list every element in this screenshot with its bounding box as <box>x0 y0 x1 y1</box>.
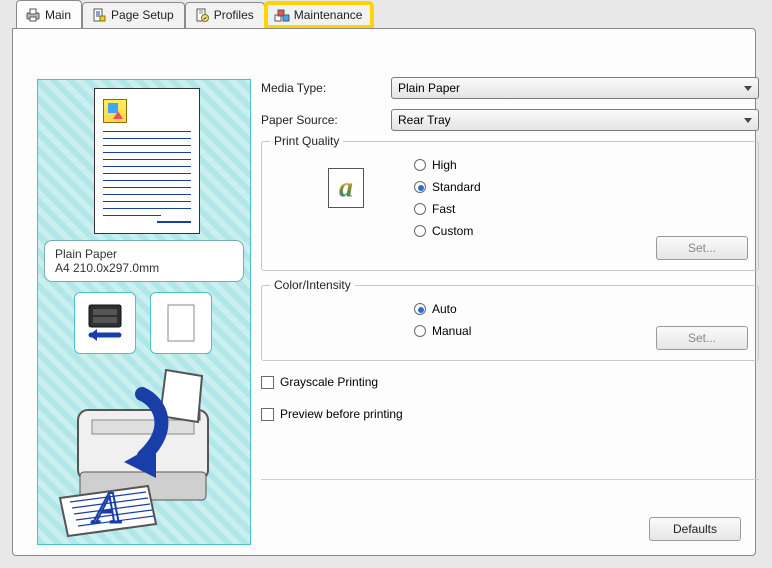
page-setup-icon <box>91 7 107 23</box>
radio-icon <box>414 225 426 237</box>
paper-info-box: Plain Paper A4 210.0x297.0mm <box>44 240 244 282</box>
color-intensity-legend: Color/Intensity <box>270 278 355 292</box>
quality-fast-radio[interactable]: Fast <box>414 202 746 216</box>
checkbox-icon <box>261 376 274 389</box>
print-quality-group: Print Quality a High Standard Fast <box>261 141 759 271</box>
chevron-down-icon <box>744 86 752 91</box>
maintenance-icon <box>274 7 290 23</box>
thumbnail-signature <box>157 221 191 225</box>
thumbnail-lines <box>103 131 191 222</box>
tab-label: Main <box>45 8 71 22</box>
tray-sheet-button[interactable] <box>150 292 212 354</box>
printer-icon <box>25 7 41 23</box>
tab-profiles[interactable]: Profiles <box>185 2 265 28</box>
tab-page-setup[interactable]: Page Setup <box>82 2 185 28</box>
tab-maintenance[interactable]: Maintenance <box>265 2 374 28</box>
tray-rear-button[interactable] <box>74 292 136 354</box>
printer-illustration: A <box>48 366 244 542</box>
preview-checkbox[interactable]: Preview before printing <box>261 407 759 421</box>
radio-label: High <box>432 158 457 172</box>
checkbox-icon <box>261 408 274 421</box>
button-label: Defaults <box>673 522 717 536</box>
tab-label: Profiles <box>214 8 254 22</box>
tab-label: Maintenance <box>294 8 363 22</box>
profiles-icon <box>194 7 210 23</box>
checkbox-label: Preview before printing <box>280 407 403 421</box>
button-label: Set... <box>688 241 716 255</box>
document-thumbnail <box>94 88 200 234</box>
paper-source-dropdown[interactable]: Rear Tray <box>391 109 759 131</box>
tabstrip: Main Page Setup <box>16 0 760 28</box>
quality-standard-radio[interactable]: Standard <box>414 180 746 194</box>
quality-high-radio[interactable]: High <box>414 158 746 172</box>
paper-source-value: Rear Tray <box>398 113 451 127</box>
radio-label: Auto <box>432 302 457 316</box>
divider <box>261 479 759 480</box>
preview-area: Plain Paper A4 210.0x297.0mm <box>37 79 251 545</box>
chevron-down-icon <box>744 118 752 123</box>
button-label: Set... <box>688 331 716 345</box>
color-auto-radio[interactable]: Auto <box>414 302 746 316</box>
color-set-button[interactable]: Set... <box>656 326 748 350</box>
radio-label: Standard <box>432 180 481 194</box>
radio-icon <box>414 303 426 315</box>
radio-icon <box>414 203 426 215</box>
defaults-button[interactable]: Defaults <box>649 517 741 541</box>
main-panel: Plain Paper A4 210.0x297.0mm <box>12 28 756 556</box>
paper-info-media: Plain Paper <box>55 247 233 261</box>
grayscale-checkbox[interactable]: Grayscale Printing <box>261 375 759 389</box>
radio-icon <box>414 159 426 171</box>
quality-sample-icon: a <box>328 168 364 208</box>
radio-label: Fast <box>432 202 455 216</box>
print-quality-legend: Print Quality <box>270 134 343 148</box>
paper-info-size: A4 210.0x297.0mm <box>55 261 233 275</box>
radio-icon <box>414 325 426 337</box>
radio-label: Custom <box>432 224 473 238</box>
media-type-value: Plain Paper <box>398 81 460 95</box>
media-type-label: Media Type: <box>261 81 391 95</box>
radio-label: Manual <box>432 324 471 338</box>
paper-source-label: Paper Source: <box>261 113 391 127</box>
quality-set-button[interactable]: Set... <box>656 236 748 260</box>
tab-main[interactable]: Main <box>16 0 82 28</box>
svg-text:A: A <box>91 483 122 532</box>
radio-icon <box>414 181 426 193</box>
color-intensity-group: Color/Intensity Auto Manual Set... <box>261 285 759 361</box>
thumbnail-logo-icon <box>103 99 127 123</box>
media-type-dropdown[interactable]: Plain Paper <box>391 77 759 99</box>
tab-label: Page Setup <box>111 8 174 22</box>
checkbox-label: Grayscale Printing <box>280 375 378 389</box>
